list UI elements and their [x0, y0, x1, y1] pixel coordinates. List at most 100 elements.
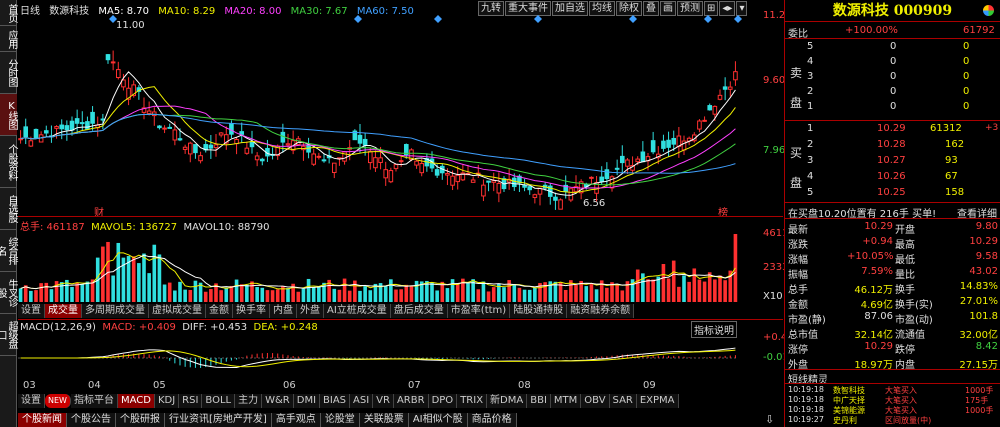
top-button-3[interactable]: 均线	[589, 1, 615, 16]
indicator-select-4[interactable]: KDJ	[154, 394, 180, 408]
indicator-tab-9[interactable]: 盘后成交量	[390, 304, 448, 318]
candle-body	[254, 155, 260, 161]
stat-label: 最低	[895, 255, 915, 266]
candle-body	[229, 122, 234, 135]
indicator-select-2[interactable]: 指标平台	[70, 394, 118, 408]
news-tab-6[interactable]: 关联股票	[359, 413, 409, 427]
top-button-5[interactable]: 叠	[643, 1, 659, 16]
candle-body	[398, 160, 404, 163]
indicator-select-14[interactable]: DPO	[428, 394, 458, 408]
indicator-select-18[interactable]: MTM	[550, 394, 582, 408]
sidebar-item-5[interactable]: 自选股	[0, 188, 17, 230]
indicator-select-20[interactable]: SAR	[609, 394, 637, 408]
indicator-select-0[interactable]: 设置	[18, 394, 45, 408]
sidebar-item-7[interactable]: 牛叉诊股	[0, 272, 17, 314]
download-icon[interactable]: ⇩	[765, 413, 774, 426]
stat-label: 振幅	[788, 270, 808, 281]
indicator-select-9[interactable]: DMI	[293, 394, 321, 408]
top-button-0[interactable]: 九转	[478, 1, 504, 16]
indicator-select-11[interactable]: ASI	[350, 394, 374, 408]
sell-label: 卖盘	[790, 66, 803, 110]
sidebar-item-4[interactable]: 个股资料	[0, 136, 17, 188]
top-button-1[interactable]: 重大事件	[505, 1, 551, 16]
sidebar-item-1[interactable]: 应用	[0, 26, 17, 52]
indicator-tab-0[interactable]: 设置	[18, 304, 45, 318]
indicator-select-6[interactable]: BOLL	[202, 394, 236, 408]
indicator-tab-5[interactable]: 换手率	[233, 304, 270, 318]
sidebar-item-8[interactable]: 超级盘口	[0, 314, 17, 356]
candle-body	[162, 127, 167, 130]
candle-body	[249, 141, 255, 148]
indicator-tab-3[interactable]: 虚拟成交量	[149, 304, 206, 318]
news-tab-0[interactable]: 个股新闻	[18, 413, 67, 427]
layout-icon[interactable]: ⊞	[704, 1, 719, 16]
sell-volume: 0	[963, 86, 970, 97]
indicator-select-19[interactable]: OBV	[581, 394, 610, 408]
top-button-6[interactable]: 画	[660, 1, 676, 16]
candlestick-chart[interactable]	[18, 15, 763, 215]
indicator-tab-6[interactable]: 内盘	[270, 304, 297, 318]
news-tab-1[interactable]: 个股公告	[67, 413, 116, 427]
sidebar-item-2[interactable]: 分时图	[0, 52, 17, 94]
top-button-4[interactable]: 除权	[616, 1, 642, 16]
indicator-tab-11[interactable]: 陆股通持股	[510, 304, 568, 318]
indicator-select-8[interactable]: W&R	[262, 394, 294, 408]
indicator-select-5[interactable]: RSI	[179, 394, 203, 408]
volume-bar	[481, 281, 486, 302]
volume-chart[interactable]	[18, 232, 763, 302]
buy-price: 10.27	[877, 155, 906, 166]
vol-axis-unit: X10	[763, 291, 783, 302]
indicator-tab-4[interactable]: 金额	[206, 304, 233, 318]
volume-bar	[34, 290, 38, 302]
candle-body	[450, 175, 455, 186]
quote-title: 数源科技 000909	[785, 0, 1000, 22]
indicator-tab-10[interactable]: 市盈率(ttm)	[447, 304, 511, 318]
stat-label: 涨跌	[788, 240, 808, 251]
nav-arrows-icon[interactable]: ◂▸	[719, 1, 736, 16]
sidebar-item-0[interactable]: 首页	[0, 0, 17, 26]
indicator-select-15[interactable]: TRIX	[457, 394, 488, 408]
news-tab-5[interactable]: 论股堂	[320, 413, 360, 427]
volume-bar	[682, 275, 686, 302]
indicator-tab-2[interactable]: 多周期成交量	[82, 304, 149, 318]
indicator-tab-7[interactable]: 外盘	[297, 304, 324, 318]
candle-body	[388, 170, 394, 183]
candle-body	[115, 69, 121, 79]
short-stock[interactable]: 史丹利	[833, 415, 857, 426]
indicator-tab-1[interactable]: 成交量	[45, 304, 82, 318]
sidebar-item-3[interactable]: K线图	[0, 94, 17, 136]
indicator-tab-12[interactable]: 融资融券余额	[567, 304, 635, 318]
sidebar-item-6[interactable]: 综合排名	[0, 230, 17, 272]
news-tab-3[interactable]: 行业资讯[房地产开发]	[165, 413, 272, 427]
indicator-select-10[interactable]: BIAS	[320, 394, 351, 408]
volume-bar	[311, 286, 316, 302]
chart-area[interactable]: 日线 数源科技 MA5: 8.70 MA10: 8.29 MA20: 8.00 …	[18, 0, 800, 427]
sell-price: 0	[890, 41, 897, 52]
volume-bar	[671, 260, 676, 302]
buy-level: 3	[807, 155, 814, 166]
news-tab-4[interactable]: 高手观点	[271, 413, 321, 427]
candle-body	[553, 196, 558, 201]
indicator-tab-8[interactable]: AI立桩成交量	[324, 304, 391, 318]
candle-body	[182, 146, 188, 150]
indicator-select-7[interactable]: 主力	[235, 394, 263, 408]
top-button-2[interactable]: 加自选	[552, 1, 588, 16]
macd-chart[interactable]	[18, 333, 763, 378]
volume-bar	[39, 283, 43, 302]
news-tab-8[interactable]: 商品价格	[467, 413, 517, 427]
indicator-select-12[interactable]: VR	[373, 394, 394, 408]
news-tab-2[interactable]: 个股研报	[116, 413, 165, 427]
indicator-select-16[interactable]: 新DMA	[487, 394, 528, 408]
palette-icon[interactable]	[983, 5, 994, 16]
stat-label: 市盈(动)	[895, 315, 933, 326]
indicator-select-17[interactable]: BBI	[527, 394, 551, 408]
indicator-select-3[interactable]: MACD	[117, 394, 155, 408]
volume-bar	[116, 242, 121, 302]
indicator-select-21[interactable]: EXPMA	[636, 394, 679, 408]
volume-bar	[455, 283, 460, 302]
indicator-select-13[interactable]: ARBR	[393, 394, 429, 408]
news-tab-7[interactable]: AI相似个股	[408, 413, 468, 427]
top-button-7[interactable]: 预测	[677, 1, 703, 16]
dropdown-icon[interactable]: ▾	[736, 1, 748, 16]
indicator-select-1[interactable]: NEW	[45, 394, 71, 408]
